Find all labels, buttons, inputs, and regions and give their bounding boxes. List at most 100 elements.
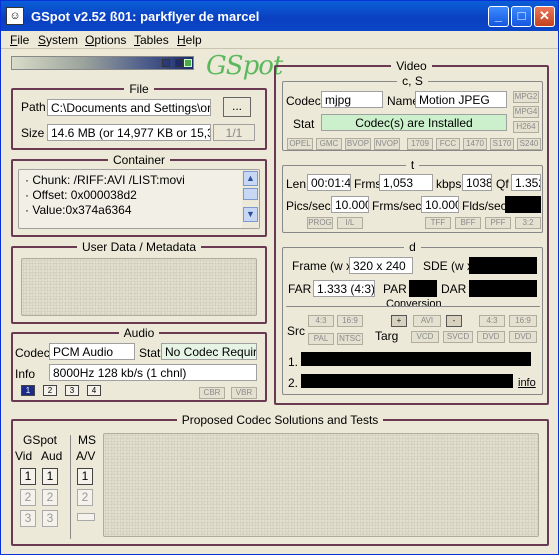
opel-tag: OPEL [287, 138, 313, 150]
mpg4-tag: MPG4 [513, 106, 539, 118]
src-pal-tag: PAL [308, 333, 334, 345]
len-field: 00:01:45 [307, 174, 351, 191]
far-label: FAR [288, 282, 312, 296]
targ-dvd-tag: DVD [477, 331, 505, 343]
targ-plus-button[interactable]: + [391, 315, 407, 327]
audio-group: Audio Codec PCM Audio Stat No Codec Requ… [11, 326, 267, 402]
dar-label: DAR [441, 282, 467, 296]
audio-stat-field: No Codec Required [161, 343, 257, 360]
container-list[interactable]: · Chunk: /RIFF:AVI /LIST:movi · Offset: … [18, 169, 260, 229]
1709-tag: 1709 [407, 138, 433, 150]
menu-system[interactable]: System [38, 33, 78, 47]
userdata-area[interactable] [21, 258, 257, 316]
ms-test-3-button[interactable] [77, 513, 95, 521]
menu-tables[interactable]: Tables [134, 33, 169, 47]
gspot-column-label: GSpot [23, 433, 58, 447]
gspot-logo: GSpot [206, 51, 283, 81]
row2-field [301, 374, 513, 388]
audio-stream-4[interactable]: 4 [87, 385, 101, 396]
audio-stream-3[interactable]: 3 [65, 385, 79, 396]
app-window: ☺ GSpot v2.52 ß01: parkflyer de marcel _… [0, 0, 559, 555]
s240-tag: S240 [517, 138, 541, 150]
qf-label: Qf [496, 177, 509, 191]
par-label: PAR [383, 282, 407, 296]
proposed-group-title: Proposed Codec Solutions and Tests [176, 413, 384, 427]
aud-test-2-button[interactable]: 2 [42, 489, 58, 506]
container-scrollbar[interactable]: ▲ ▼ [242, 170, 259, 228]
src-4x3-tag: 4:3 [308, 315, 334, 327]
userdata-group: User Data / Metadata [11, 240, 267, 324]
flds-sec-field [505, 196, 541, 213]
pics-sec-label: Pics/sec [286, 199, 331, 213]
vbr-tag: VBR [231, 387, 257, 399]
aud-test-1-button[interactable]: 1 [42, 468, 58, 485]
ms-test-1-button[interactable]: 1 [77, 468, 93, 485]
pulldown-tag: 3:2 [515, 217, 541, 229]
title-bar[interactable]: ☺ GSpot v2.52 ß01: parkflyer de marcel _… [1, 1, 558, 31]
s170-tag: S170 [490, 138, 514, 150]
src-16x9-tag: 16:9 [337, 315, 363, 327]
column-divider [70, 435, 71, 539]
audio-info-field: 8000Hz 128 kb/s (1 chnl) [49, 364, 257, 381]
gspot-app-icon[interactable]: ☺ [6, 7, 24, 25]
vid-test-2-button[interactable]: 2 [20, 489, 36, 506]
sde-field [469, 257, 537, 274]
scroll-up-icon[interactable]: ▲ [243, 171, 258, 186]
part-indicator: 1/1 [213, 124, 255, 141]
container-line: · Value:0x374a6364 [25, 203, 132, 217]
proposed-group: Proposed Codec Solutions and Tests GSpot… [11, 413, 549, 546]
src-label: Src [287, 324, 305, 338]
frms-sec-label: Frms/sec [372, 199, 422, 213]
userdata-group-title: User Data / Metadata [76, 240, 202, 254]
targ-dvd2-tag: DVD [509, 331, 537, 343]
close-button[interactable]: ✕ [534, 6, 555, 27]
menu-options[interactable]: Options [85, 33, 126, 47]
flds-sec-label: Flds/sec [462, 199, 507, 213]
video-stat-label: Stat [293, 117, 315, 131]
bff-tag: BFF [455, 217, 481, 229]
status-gradient-bar [11, 56, 194, 70]
targ-minus-button[interactable]: - [446, 315, 462, 327]
nvop-tag: NVOP [374, 138, 400, 150]
targ-avi-tag: AVI [413, 315, 441, 327]
bvop-tag: BVOP [345, 138, 371, 150]
video-codec-field: mjpg [321, 91, 383, 108]
menu-help[interactable]: Help [177, 33, 202, 47]
info-link[interactable]: info [518, 377, 536, 389]
scroll-down-icon[interactable]: ▼ [243, 207, 258, 222]
minimize-button[interactable]: _ [488, 6, 509, 27]
dimensions-subgroup: d Frame (w x 320 x 240 SDE (w x FAR 1.33… [282, 240, 543, 395]
av-label: A/V [76, 449, 96, 463]
mpg2-tag: MPG2 [513, 91, 539, 103]
container-line: · Offset: 0x000038d2 [25, 188, 137, 202]
h264-tag: H264 [513, 121, 539, 133]
menu-file[interactable]: File [10, 33, 29, 47]
aud-test-3-button[interactable]: 3 [42, 510, 58, 527]
browse-button[interactable]: ... [223, 97, 251, 117]
dar-field [469, 280, 537, 297]
ms-column-label: MS [78, 433, 96, 447]
frms-sec-field: 10.000 [421, 196, 459, 213]
window-title: GSpot v2.52 ß01: parkflyer de marcel [31, 9, 260, 24]
proposed-solutions-area[interactable] [103, 433, 539, 537]
path-field[interactable]: C:\Documents and Settings\oroc [47, 99, 211, 116]
targ-label: Targ [375, 329, 399, 343]
video-group: Video c, S Codec mjpg Name Motion JPEG M… [274, 59, 549, 405]
qf-field: 1.352 [511, 174, 541, 191]
audio-stream-2[interactable]: 2 [43, 385, 57, 396]
ms-test-2-button[interactable]: 2 [77, 489, 93, 506]
vid-test-1-button[interactable]: 1 [20, 468, 36, 485]
menu-bar: File System Options Tables Help [1, 31, 558, 49]
maximize-button[interactable]: □ [511, 6, 532, 27]
frame-field: 320 x 240 [349, 257, 413, 274]
codec-subgroup: c, S Codec mjpg Name Motion JPEG MPG2 MP… [282, 74, 543, 151]
size-label: Size [21, 126, 45, 140]
container-line: · Chunk: /RIFF:AVI /LIST:movi [25, 173, 185, 187]
dimensions-subgroup-title: d [404, 240, 421, 254]
audio-stream-1[interactable]: 1 [21, 385, 35, 396]
scroll-thumb[interactable] [243, 188, 258, 200]
prog-tag: PROG [307, 217, 333, 229]
len-label: Len [286, 177, 307, 191]
vid-test-3-button[interactable]: 3 [20, 510, 36, 527]
timing-subgroup: t Len 00:01:45 Frms 1,053 kbps 1038 Qf 1… [282, 158, 543, 233]
